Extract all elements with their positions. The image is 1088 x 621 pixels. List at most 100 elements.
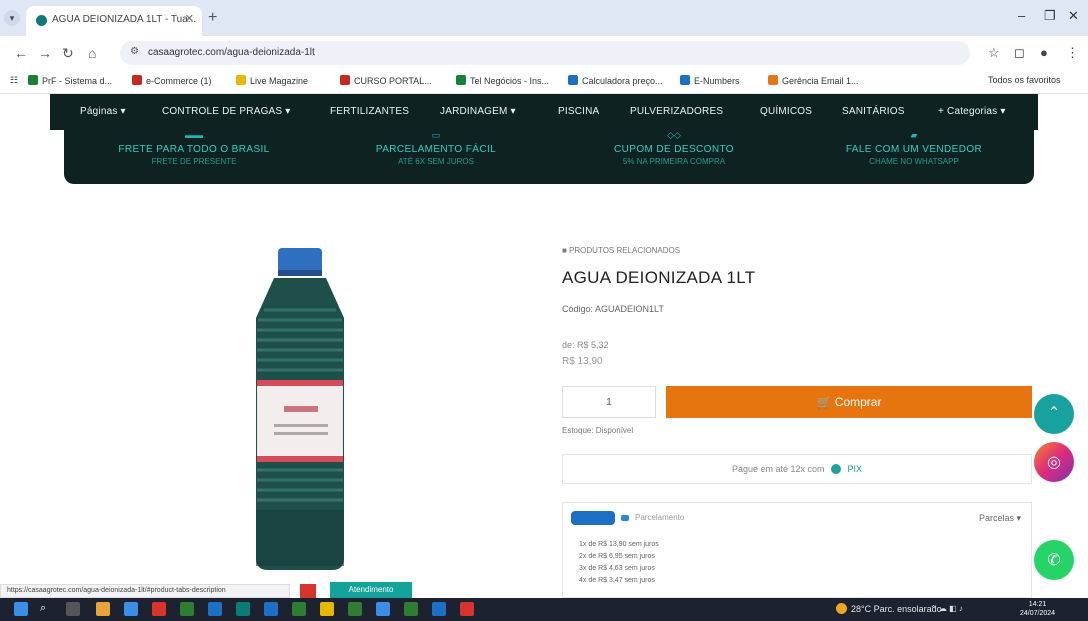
app-icon[interactable]	[236, 602, 250, 616]
nav-fertilizantes[interactable]: FERTILIZANTES	[330, 106, 409, 117]
bookmark-item[interactable]: e-Commerce (1)	[132, 75, 212, 86]
current-price: R$ 13,90	[562, 356, 603, 367]
payment-brand: PIX	[847, 464, 863, 474]
menu-kebab-icon[interactable]: ⋮	[1066, 45, 1079, 61]
apps-grid-icon[interactable]: ☷	[10, 75, 18, 86]
card-icon: ▭	[431, 130, 441, 140]
app-icon[interactable]	[180, 602, 194, 616]
instagram-icon: ◎	[1047, 454, 1061, 471]
installment-row: 3x de R$ 4,63 sem juros	[579, 565, 655, 572]
payment-provider-mark-icon	[621, 515, 629, 521]
sun-icon	[836, 603, 847, 614]
benefit-frete: ▬▬ FRETE PARA TODO O BRASIL FRETE DE PRE…	[84, 130, 304, 166]
product-code: Código: AGUADEION1LT	[562, 304, 664, 314]
nav-piscina[interactable]: PISCINA	[558, 106, 599, 117]
nav-sanitarios[interactable]: SANITÁRIOS	[842, 106, 905, 117]
instagram-button[interactable]: ◎	[1034, 442, 1074, 482]
benefit-cupom: ◇◇ CUPOM DE DESCONTO 5% NA PRIMEIRA COMP…	[564, 130, 784, 166]
scroll-top-button[interactable]: ⌃	[1034, 394, 1074, 434]
site-info-icon[interactable]: ⚙	[130, 46, 139, 57]
installments-toggle[interactable]: Parcelas ▾	[979, 513, 1021, 524]
nav-jardinagem[interactable]: JARDINAGEM ▾	[440, 106, 516, 117]
address-bar[interactable]: ⚙ casaagrotec.com/agua-deionizada-1lt	[120, 41, 970, 65]
weather-widget[interactable]: 28°C Parc. ensolarado	[836, 603, 942, 614]
site-nav-bar: Páginas ▾ CONTROLE DE PRAGAS ▾ FERTILIZA…	[50, 94, 1038, 130]
bookmark-item[interactable]: Calculadora preço...	[568, 75, 663, 86]
mail-icon[interactable]	[124, 602, 138, 616]
old-price: de: R$ 5,32	[562, 340, 609, 350]
word-icon[interactable]	[432, 602, 446, 616]
chrome-icon[interactable]	[320, 602, 334, 616]
windows-taskbar: ⌕ 28°C Parc. ensolarado ⌃ ☁ ◧ ♪ 14:21 24…	[0, 598, 1088, 621]
app-icon[interactable]	[376, 602, 390, 616]
all-bookmarks-item[interactable]: Todos os favoritos	[988, 75, 1061, 85]
back-icon[interactable]: ←	[14, 45, 28, 61]
whatsapp-icon: ✆	[1047, 552, 1061, 569]
app-icon[interactable]	[460, 602, 474, 616]
breadcrumb[interactable]: ■ PRODUTOS RELACIONADOS	[562, 246, 680, 255]
benefits-strip: ▬▬ FRETE PARA TODO O BRASIL FRETE DE PRE…	[64, 130, 1034, 184]
minimize-icon[interactable]: –	[1018, 8, 1025, 23]
nav-controle-de-pragas[interactable]: CONTROLE DE PRAGAS ▾	[162, 106, 291, 117]
reload-icon[interactable]: ↻	[62, 45, 74, 62]
extensions-icon[interactable]: ◻	[1014, 45, 1025, 61]
payment-box: Pague em até 12x com PIX	[562, 454, 1032, 484]
nav-mais-categorias[interactable]: + Categorias ▾	[938, 106, 1006, 117]
app-icon[interactable]	[348, 602, 362, 616]
whatsapp-button[interactable]: ✆	[1034, 540, 1074, 580]
bookmark-star-icon[interactable]: ☆	[988, 45, 1000, 61]
app-icon[interactable]	[152, 602, 166, 616]
maximize-icon[interactable]: ❐	[1044, 8, 1056, 24]
buy-button[interactable]: 🛒 Comprar	[666, 386, 1032, 418]
installment-row: 2x de R$ 6,95 sem juros	[579, 553, 655, 560]
installment-row: 4x de R$ 3,47 sem juros	[579, 577, 655, 584]
clock[interactable]: 14:21 24/07/2024	[1020, 600, 1055, 618]
benefit-vendedor: ▰ FALE COM UM VENDEDOR CHAME NO WHATSAPP	[804, 130, 1024, 166]
cart-icon: 🛒	[816, 395, 835, 409]
truck-icon: ▬▬	[185, 130, 203, 140]
tab-search-icon[interactable]: ▾	[4, 10, 20, 26]
app-icon[interactable]	[292, 602, 306, 616]
clock-date: 24/07/2024	[1020, 610, 1056, 617]
installment-row: 1x de R$ 13,90 sem juros	[579, 541, 659, 548]
tab-close-icon[interactable]: ✕	[185, 12, 194, 25]
forward-icon[interactable]: →	[38, 45, 52, 61]
chevron-up-icon: ⌃	[1047, 405, 1061, 422]
bookmark-item[interactable]: Tel Negócios - Ins...	[456, 75, 549, 86]
close-window-icon[interactable]: ✕	[1068, 8, 1079, 24]
system-tray[interactable]: ⌃ ☁ ◧ ♪	[930, 604, 963, 613]
payment-provider-logo	[571, 511, 615, 525]
url-text: casaagrotec.com/agua-deionizada-1lt	[148, 47, 315, 58]
help-chip[interactable]: Atendimento	[330, 582, 412, 598]
product-image[interactable]	[244, 248, 356, 570]
app-icon[interactable]	[264, 602, 278, 616]
bookmark-item[interactable]: Gerência Email 1...	[768, 75, 859, 86]
bookmark-item[interactable]: CURSO PORTAL...	[340, 75, 432, 86]
nav-quimicos[interactable]: QUÍMICOS	[760, 106, 812, 117]
installments-box: Parcelamento Parcelas ▾ 1x de R$ 13,90 s…	[562, 502, 1032, 598]
chat-icon: ▰	[910, 130, 918, 140]
quantity-input[interactable]: 1	[562, 386, 656, 418]
browser-tab-strip: ▾ AGUA DEIONIZADA 1LT - Tua... ✕ + – ❐ ✕	[0, 0, 1088, 36]
browser-tab[interactable]: AGUA DEIONIZADA 1LT - Tua... ✕	[26, 6, 202, 36]
cookie-badge[interactable]	[300, 584, 316, 598]
browser-toolbar: ← → ↻ ⌂ ⚙ casaagrotec.com/agua-deionizad…	[0, 36, 1088, 70]
excel-icon[interactable]	[404, 602, 418, 616]
status-url: https://casaagrotec.com/agua-deionizada-…	[0, 584, 290, 598]
start-icon[interactable]	[14, 602, 28, 616]
bookmark-item[interactable]: PrF - Sistema d...	[28, 75, 112, 86]
bookmark-item[interactable]: E-Numbers	[680, 75, 740, 86]
nav-paginas[interactable]: Páginas ▾	[80, 106, 126, 117]
app-icon[interactable]	[208, 602, 222, 616]
new-tab-button[interactable]: +	[208, 9, 217, 27]
profile-icon[interactable]: ●	[1040, 45, 1048, 60]
ticket-icon: ◇◇	[667, 130, 681, 140]
benefit-parcelamento: ▭ PARCELAMENTO FÁCIL ATÉ 6X SEM JUROS	[326, 130, 546, 166]
search-icon[interactable]: ⌕	[40, 602, 54, 616]
bookmark-item[interactable]: Live Magazine	[236, 75, 308, 86]
home-icon[interactable]: ⌂	[88, 45, 96, 61]
nav-pulverizadores[interactable]: PULVERIZADORES	[630, 106, 723, 117]
file-explorer-icon[interactable]	[96, 602, 110, 616]
site-favicon-icon	[36, 15, 47, 26]
task-view-icon[interactable]	[66, 602, 80, 616]
